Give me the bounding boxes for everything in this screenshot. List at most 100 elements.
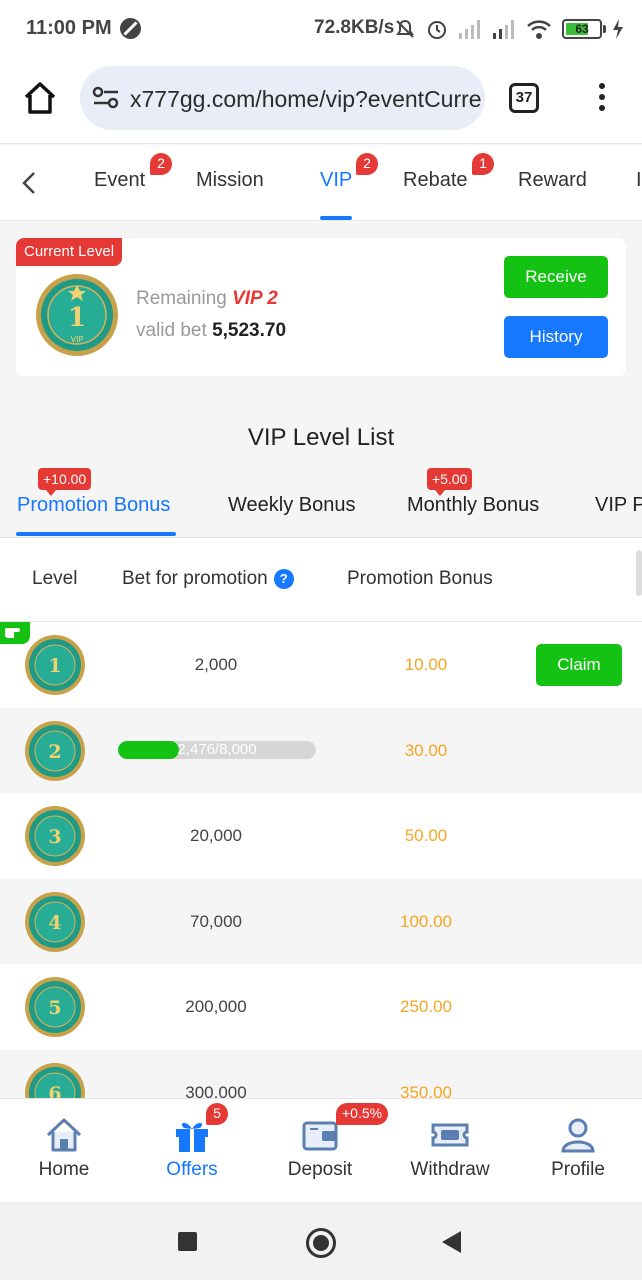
tab-event-badge: 2: [150, 153, 172, 175]
vip-level-4-medal-icon: 4: [25, 891, 85, 952]
svg-text:6: 6: [48, 1083, 61, 1099]
bonus-value: 250.00: [400, 997, 452, 1016]
svg-text:2: 2: [48, 741, 61, 763]
tab-vip-badge: 2: [356, 153, 378, 175]
browser-toolbar: x777gg.com/home/vip?eventCurre 37: [0, 56, 642, 144]
help-icon[interactable]: ?: [273, 569, 294, 589]
home-icon: [46, 1118, 82, 1152]
charging-icon: [613, 19, 623, 39]
tab-rebate[interactable]: Rebate: [403, 169, 468, 192]
tab-event[interactable]: Event: [94, 169, 145, 192]
bottom-nav: Home 5 Offers +0.5% Deposit Withdraw Pro…: [0, 1098, 642, 1202]
browser-menu-icon[interactable]: [596, 83, 608, 113]
table-row: 4 70,000 100.00: [0, 878, 642, 964]
nav-deposit[interactable]: +0.5% Deposit: [256, 1099, 389, 1203]
bonus-value: 100.00: [400, 911, 452, 931]
tab-mission[interactable]: Mission: [196, 169, 264, 192]
event-tabs: Event 2 Mission VIP 2 Rebate 1 Reward I: [0, 145, 642, 221]
vip-page: Current Level 1 VIP Remaining VIP 2 vali…: [0, 222, 642, 1098]
bonus-value: 30.00: [404, 740, 448, 760]
nav-withdraw[interactable]: Withdraw: [386, 1099, 514, 1203]
tab-switcher-button[interactable]: 37: [509, 83, 539, 113]
tab-rebate-badge: 1: [472, 153, 494, 175]
bonus-value: 350.00: [400, 1082, 452, 1099]
valid-bet-line: valid bet 5,523.70: [136, 320, 287, 341]
valid-bet-value: 5,523.70: [212, 320, 287, 341]
tab-vip[interactable]: VIP: [320, 169, 352, 192]
horizontal-scroll-indicator[interactable]: [636, 550, 642, 596]
system-back-icon[interactable]: [442, 1231, 461, 1253]
svg-text:VIP: VIP: [71, 335, 84, 344]
svg-text:4: 4: [48, 912, 61, 934]
tab-active-indicator: [320, 216, 352, 220]
history-button[interactable]: History: [504, 316, 608, 358]
recents-icon[interactable]: [178, 1232, 197, 1251]
tab-monthly-bonus[interactable]: Monthly Bonus: [407, 494, 539, 517]
vip-level-5-medal-icon: 5: [25, 977, 85, 1037]
current-level-card: Current Level 1 VIP Remaining VIP 2 vali…: [16, 238, 626, 376]
bonus-tab-active-indicator: [16, 532, 176, 536]
status-time: 11:00 PM: [26, 17, 112, 39]
svg-text:3: 3: [48, 826, 61, 848]
claim-button[interactable]: Claim: [536, 644, 622, 686]
nav-offers[interactable]: 5 Offers: [128, 1099, 256, 1203]
next-vip-level: VIP 2: [232, 288, 278, 309]
bet-value: 2,000: [194, 655, 238, 674]
do-not-disturb-icon: [120, 18, 141, 39]
tab-reward[interactable]: Reward: [518, 169, 587, 192]
table-row: 5 200,000 250.00: [0, 964, 642, 1050]
vip-level-list-title: VIP Level List: [247, 424, 395, 451]
tab-more[interactable]: I: [636, 169, 642, 192]
svg-text:1: 1: [48, 655, 61, 677]
column-promotion-bonus: Promotion Bonus: [347, 568, 493, 589]
column-level: Level: [32, 568, 78, 589]
bet-value: 300,000: [185, 1082, 247, 1099]
table-row: 1 2,000 10.00 Claim: [0, 622, 642, 708]
column-bet-for-promotion: Bet for promotion?: [122, 568, 294, 590]
current-level-tag: Current Level: [16, 238, 123, 266]
table-row: 2 2,476/8,000 30.00: [0, 707, 642, 793]
promotion-bonus-badge: +10.00: [38, 468, 92, 496]
offers-badge: 5: [206, 1103, 228, 1125]
wallet-icon: [302, 1121, 338, 1151]
vip-level-rows: 1 2,000 10.00 Claim 2 2,476/8,000 30.00 …: [0, 622, 642, 1098]
receive-button[interactable]: Receive: [504, 256, 608, 298]
bet-value: 20,000: [190, 826, 242, 845]
profile-icon: [561, 1118, 595, 1153]
bonus-tabs: +10.00 Promotion Bonus Weekly Bonus +5.0…: [0, 462, 642, 538]
promotion-progress-bar: 2,476/8,000: [118, 740, 316, 759]
svg-text:5: 5: [48, 997, 61, 1019]
status-icons: 63: [394, 16, 624, 42]
tab-promotion-bonus[interactable]: Promotion Bonus: [17, 494, 170, 517]
vip-level-3-medal-icon: 3: [25, 806, 85, 866]
remaining-line: Remaining VIP 2: [136, 288, 278, 309]
bet-value: 70,000: [190, 911, 242, 931]
battery-icon: 63: [562, 19, 606, 39]
system-home-icon[interactable]: [306, 1228, 336, 1258]
vip-level-6-medal-icon: 6: [25, 1062, 85, 1099]
deposit-badge: +0.5%: [336, 1103, 389, 1125]
progress-text: 2,476/8,000: [177, 740, 257, 758]
alarm-icon: [428, 21, 446, 39]
site-settings-icon[interactable]: [92, 86, 120, 110]
url-text: x777gg.com/home/vip?eventCurre: [130, 86, 482, 112]
mute-icon: [396, 19, 414, 38]
back-chevron-icon[interactable]: [18, 169, 40, 197]
home-icon[interactable]: [22, 80, 58, 116]
wifi-icon: [527, 20, 551, 39]
ticket-icon: [431, 1123, 469, 1147]
vip-medal-icon: 1 VIP: [36, 274, 118, 356]
nav-home[interactable]: Home: [0, 1099, 128, 1203]
bonus-value: 50.00: [404, 826, 448, 845]
vip-level-2-medal-icon: 2: [25, 720, 85, 781]
nav-profile[interactable]: Profile: [514, 1099, 642, 1203]
tab-vip-privilege[interactable]: VIP P: [595, 494, 642, 517]
table-header: Level Bet for promotion? Promotion Bonus: [0, 538, 642, 622]
bonus-value: 10.00: [404, 655, 448, 674]
address-bar[interactable]: x777gg.com/home/vip?eventCurre: [80, 66, 485, 130]
monthly-bonus-badge: +5.00: [427, 468, 473, 496]
tab-weekly-bonus[interactable]: Weekly Bonus: [228, 494, 355, 517]
signal-icon: [493, 20, 514, 39]
network-speed: 72.8KB/s: [314, 17, 395, 38]
table-row: 3 20,000 50.00: [0, 793, 642, 879]
